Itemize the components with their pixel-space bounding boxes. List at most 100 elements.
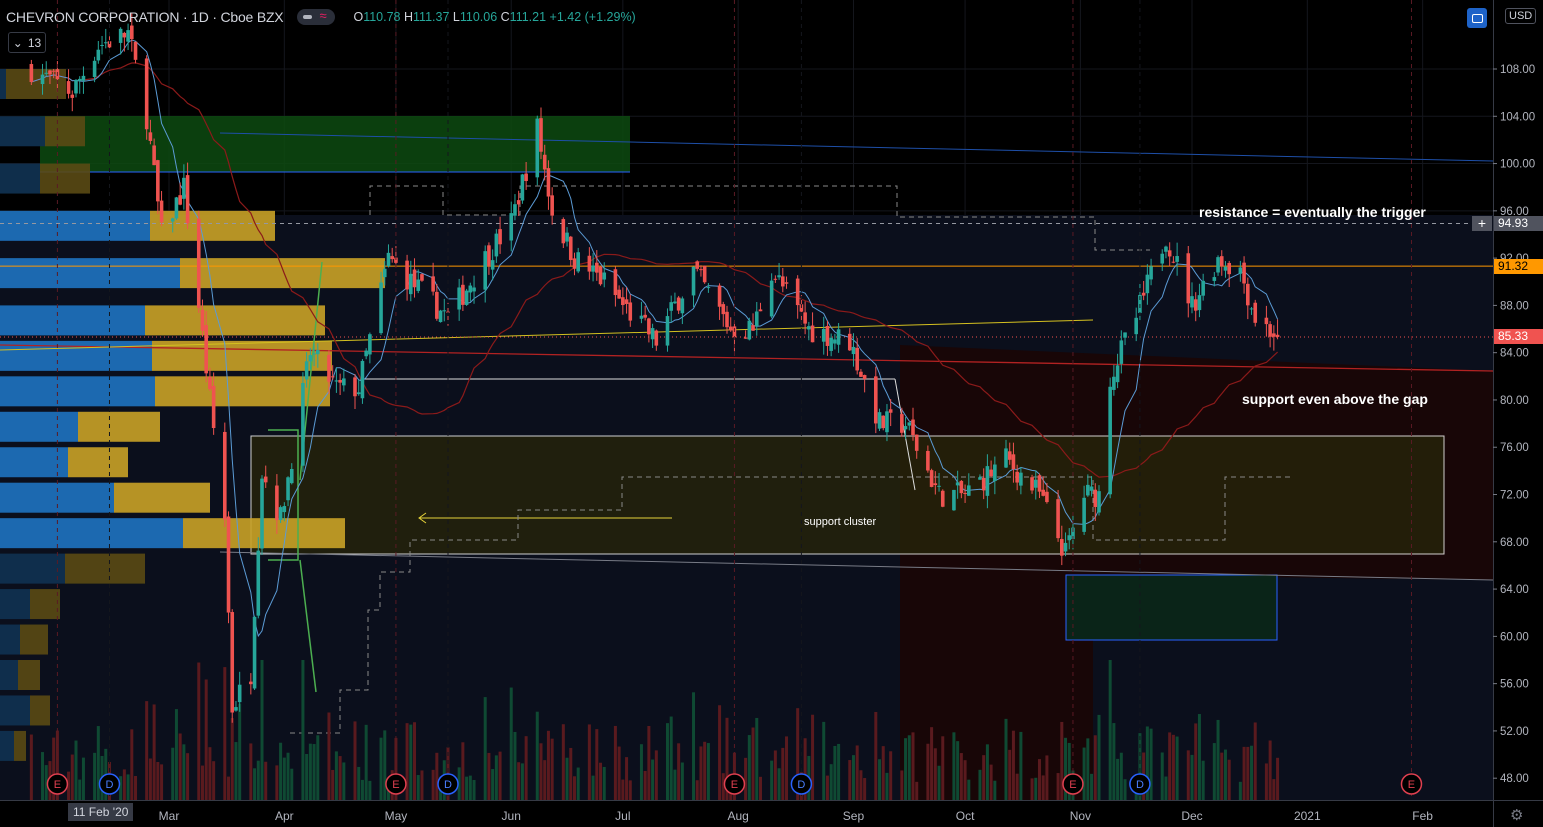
candle-body	[985, 466, 990, 496]
candle-body	[1119, 340, 1124, 364]
candle-body	[301, 383, 305, 466]
volume-bar	[889, 751, 893, 800]
dividend-marker[interactable]: D	[1129, 773, 1151, 795]
candle-body	[96, 49, 101, 61]
volume-bar	[93, 752, 97, 800]
volume-bar	[915, 781, 919, 800]
volume-bar	[602, 766, 606, 800]
candle-body	[327, 355, 331, 382]
candle-body	[81, 75, 86, 81]
candle-body	[304, 361, 309, 380]
candle-body	[639, 315, 644, 319]
candle-body	[1242, 262, 1246, 284]
candle-body	[405, 260, 409, 290]
volume-bar	[234, 742, 238, 800]
symbol-title[interactable]: CHEVRON CORPORATION · 1D · Cboe BZX	[6, 9, 284, 25]
candle-body	[472, 287, 476, 292]
dividend-marker[interactable]: D	[790, 773, 813, 795]
candle-body	[952, 489, 956, 511]
annotation-support-gap[interactable]: support even above the gap	[1242, 391, 1428, 407]
price-tick-label: 84.00	[1500, 348, 1529, 360]
time-tick-label: Nov	[1070, 809, 1091, 823]
volume-profile-bar	[114, 482, 210, 513]
candle-body	[442, 310, 447, 312]
candle-body	[1089, 486, 1094, 491]
candle-body	[940, 490, 945, 507]
settings-gear-icon[interactable]: ⚙	[1510, 806, 1523, 824]
volume-bar	[978, 769, 982, 800]
candle-body	[1011, 454, 1016, 470]
candle-body	[133, 41, 138, 60]
chart-style-toggle[interactable]: ≈	[297, 8, 336, 25]
volume-bar	[182, 744, 186, 800]
candle-body	[1171, 261, 1176, 263]
candle-body	[44, 72, 49, 74]
volume-bar	[907, 735, 911, 800]
dividend-marker[interactable]: D	[98, 773, 121, 795]
price-tick-label: 56.00	[1500, 679, 1529, 691]
minus-icon	[303, 15, 313, 19]
candle-body	[256, 550, 261, 616]
plus-icon[interactable]: +	[1472, 216, 1492, 231]
marker-label: E	[392, 779, 399, 791]
earnings-marker[interactable]: E	[46, 773, 69, 795]
volume-bar	[41, 752, 45, 800]
volume-bar	[755, 717, 759, 800]
candle-body	[621, 297, 625, 306]
volume-bar	[654, 750, 658, 800]
annotation-resistance[interactable]: resistance = eventually the trigger	[1199, 204, 1426, 220]
dividend-marker[interactable]: D	[437, 773, 459, 795]
candle-body	[847, 333, 852, 351]
volume-bar	[621, 779, 625, 800]
volume-bar	[595, 729, 599, 800]
candle-body	[836, 329, 841, 345]
candle-body	[74, 79, 78, 94]
volume-bar	[617, 746, 621, 800]
fullscreen-icon[interactable]	[1467, 8, 1487, 28]
candle-body	[1190, 296, 1194, 308]
volume-bar	[178, 733, 182, 800]
indicators-toggle[interactable]: ⌄ 13	[8, 32, 46, 53]
earnings-marker[interactable]: E	[1062, 773, 1084, 795]
candle-body	[185, 175, 190, 224]
volume-bar	[334, 751, 338, 800]
volume-bar	[651, 759, 655, 800]
volume-bar	[1212, 743, 1216, 800]
volume-bar	[1216, 719, 1220, 800]
candle-body	[360, 360, 365, 399]
candle-body	[721, 304, 726, 315]
volume-bar	[1082, 747, 1086, 800]
candle-body	[468, 285, 473, 293]
volume-bar	[1097, 714, 1101, 800]
volume-bar	[1227, 759, 1231, 800]
volume-bar	[342, 762, 346, 800]
candle-body	[1268, 324, 1272, 337]
volume-bar	[472, 779, 476, 800]
candle-body	[967, 485, 971, 496]
volume-bar	[781, 747, 785, 800]
candle-body	[237, 684, 242, 703]
volume-bar	[1011, 730, 1015, 800]
currency-button[interactable]: USD	[1505, 8, 1537, 24]
candle-body	[539, 118, 543, 152]
candle-body	[1264, 317, 1269, 325]
earnings-marker[interactable]: E	[1400, 773, 1423, 795]
annotation-support-cluster[interactable]: support cluster	[804, 516, 876, 528]
volume-bar	[859, 770, 863, 800]
level-price-tag: 91.32	[1494, 259, 1543, 274]
support-cluster-box	[250, 435, 1445, 555]
candle-body	[196, 218, 201, 308]
candle-body	[1164, 246, 1168, 252]
candle-body	[126, 30, 130, 42]
price-chart[interactable]: EDEDEDEDE108.00104.00100.0096.0092.0088.…	[0, 0, 1543, 827]
volume-bar	[1030, 778, 1034, 800]
earnings-marker[interactable]: E	[723, 773, 746, 795]
candle-body	[691, 266, 696, 296]
candle-body	[174, 197, 179, 219]
candle-body	[535, 118, 540, 178]
crosshair-date-label: 11 Feb '20	[68, 803, 134, 821]
volume-bar	[1264, 763, 1268, 800]
earnings-marker[interactable]: E	[385, 773, 407, 795]
candle-body	[435, 291, 439, 319]
volume-bar	[963, 760, 967, 800]
